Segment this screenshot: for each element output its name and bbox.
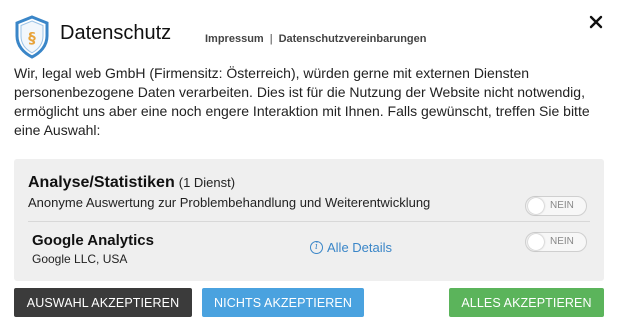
dialog-title: Datenschutz bbox=[60, 21, 172, 44]
info-icon: i bbox=[310, 241, 323, 254]
toggle-knob bbox=[528, 198, 544, 214]
all-details-label: Alle Details bbox=[327, 240, 393, 255]
category-heading: Analyse/Statistiken (1 Dienst) bbox=[28, 174, 235, 192]
link-separator: | bbox=[269, 33, 273, 45]
divider bbox=[28, 221, 590, 222]
toggle-label: NEIN bbox=[550, 236, 574, 247]
close-icon[interactable] bbox=[588, 14, 604, 30]
service-name: Google Analytics bbox=[32, 232, 154, 249]
all-details-link[interactable]: i Alle Details bbox=[310, 240, 392, 255]
category-toggle[interactable]: NEIN bbox=[525, 196, 587, 216]
category-title: Analyse/Statistiken bbox=[28, 174, 175, 191]
toggle-label: NEIN bbox=[550, 200, 574, 211]
privacy-dialog: § Datenschutz Impressum | Datenschutzver… bbox=[0, 0, 617, 336]
privacy-agreements-link[interactable]: Datenschutzvereinbarungen bbox=[279, 33, 427, 45]
shield-paragraph-icon: § bbox=[12, 14, 52, 60]
accept-nothing-button[interactable]: NICHTS AKZEPTIEREN bbox=[202, 288, 364, 317]
category-description: Anonyme Auswertung zur Problembehandlung… bbox=[28, 195, 431, 210]
toggle-knob bbox=[528, 234, 544, 250]
service-company: Google LLC, USA bbox=[32, 252, 128, 266]
accept-all-button[interactable]: ALLES AKZEPTIEREN bbox=[449, 288, 604, 317]
dialog-header: § Datenschutz bbox=[12, 14, 171, 60]
legal-links: Impressum | Datenschutzvereinbarungen bbox=[205, 33, 426, 45]
category-count: (1 Dienst) bbox=[178, 175, 236, 190]
intro-text: Wir, legal web GmbH (Firmensitz: Österre… bbox=[14, 65, 590, 138]
svg-text:§: § bbox=[28, 29, 36, 47]
consent-panel: Analyse/Statistiken (1 Dienst) Anonyme Au… bbox=[14, 159, 604, 281]
imprint-link[interactable]: Impressum bbox=[205, 33, 264, 45]
accept-selection-button[interactable]: AUSWAHL AKZEPTIEREN bbox=[14, 288, 192, 317]
service-toggle[interactable]: NEIN bbox=[525, 232, 587, 252]
